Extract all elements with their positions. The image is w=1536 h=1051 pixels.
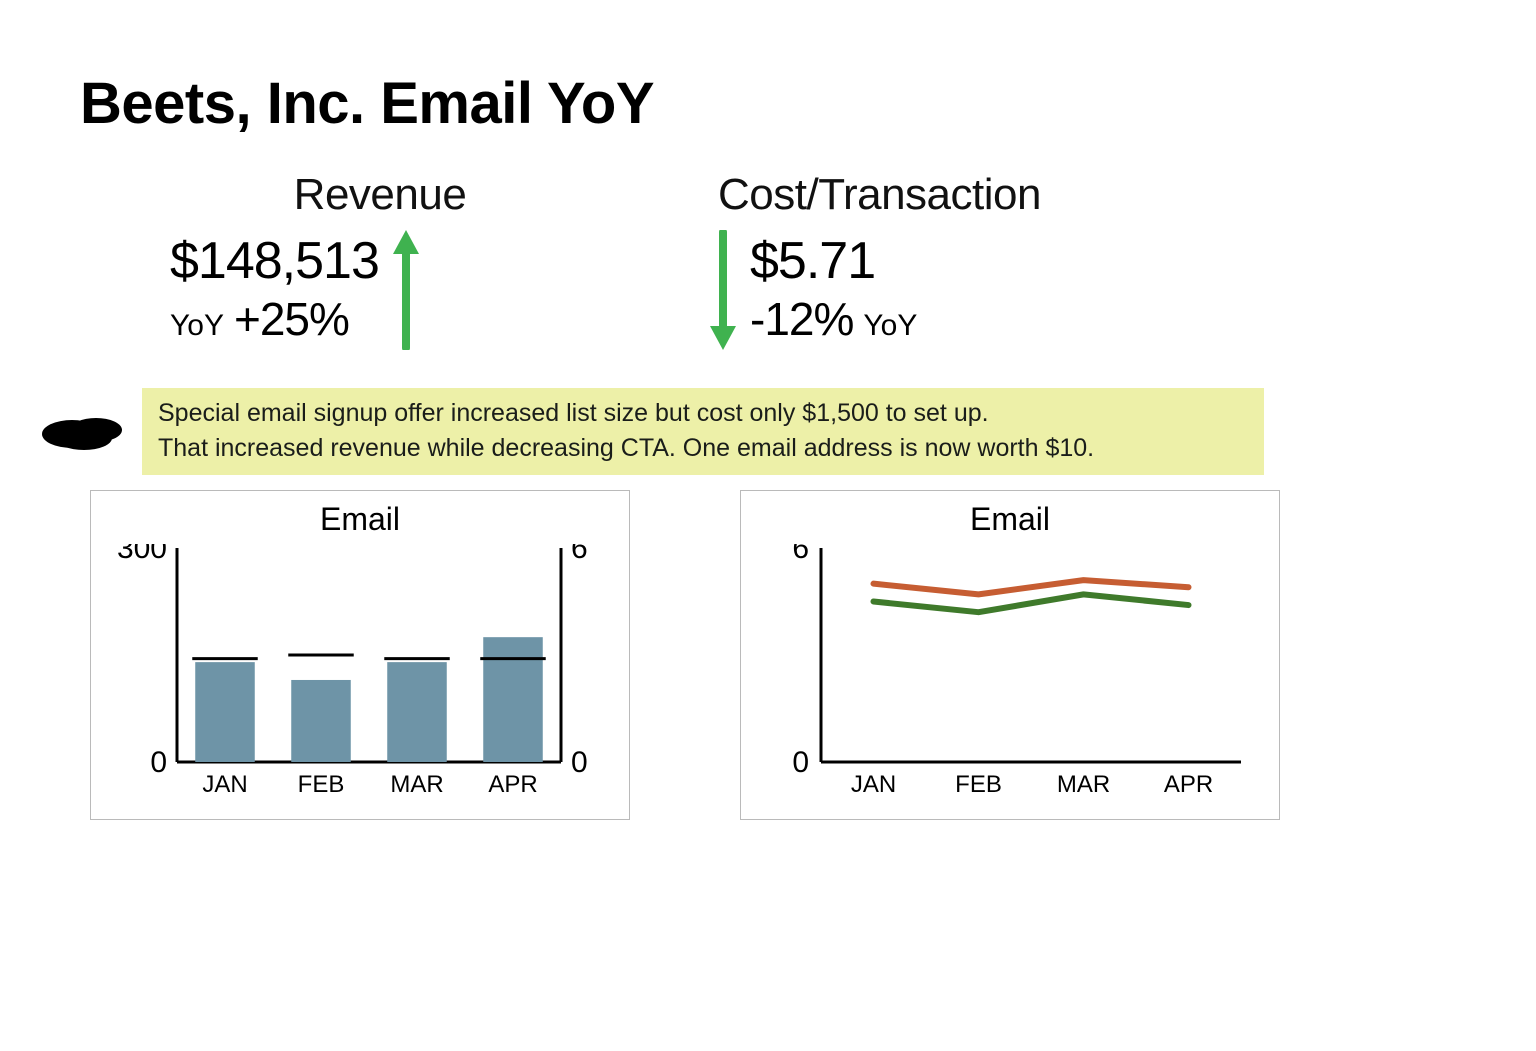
kpi-revenue-delta: +25%: [234, 292, 349, 346]
svg-text:JAN: JAN: [851, 771, 896, 798]
page-title: Beets, Inc. Email YoY: [80, 70, 654, 137]
chart-email-bar-title: Email: [109, 501, 611, 538]
svg-text:FEB: FEB: [955, 771, 1002, 798]
arrow-down-icon: [710, 230, 736, 350]
kpi-cost: Cost/Transaction $5.71 -12% YoY: [710, 170, 1130, 350]
charts-row: Email 0 300 0 6 JAN FEB MAR APR Email 0 6 JAN FEB M…: [90, 490, 1290, 820]
note-row: Special email signup offer increased lis…: [38, 388, 1264, 475]
kpi-revenue-yoy-label: YoY: [170, 309, 224, 343]
svg-text:6: 6: [792, 544, 809, 565]
chart-email-bar: Email 0 300 0 6 JAN FEB MAR APR: [90, 490, 630, 820]
chart-email-line-surface: 0 6 JAN FEB MAR APR: [759, 544, 1261, 804]
svg-text:MAR: MAR: [390, 771, 443, 798]
svg-text:0: 0: [571, 746, 588, 779]
svg-text:0: 0: [792, 746, 809, 779]
svg-text:APR: APR: [1164, 771, 1213, 798]
svg-text:MAR: MAR: [1057, 771, 1110, 798]
svg-text:6: 6: [571, 544, 588, 565]
redaction-mark-icon: [38, 410, 124, 454]
kpi-revenue-value: $148,513: [170, 234, 379, 289]
arrow-up-icon: [393, 230, 419, 350]
kpi-cost-value: $5.71: [750, 234, 917, 289]
chart-email-line-title: Email: [759, 501, 1261, 538]
svg-text:APR: APR: [488, 771, 537, 798]
svg-text:0: 0: [150, 746, 167, 779]
chart-email-bar-surface: 0 300 0 6 JAN FEB MAR APR: [109, 544, 611, 804]
svg-text:300: 300: [117, 544, 167, 565]
note-line-1: Special email signup offer increased lis…: [158, 396, 1248, 431]
kpi-revenue: Revenue $148,513 YoY +25%: [170, 170, 590, 350]
dashboard-slide: Beets, Inc. Email YoY Revenue $148,513 Y…: [0, 0, 1536, 1051]
chart-email-line: Email 0 6 JAN FEB MAR APR: [740, 490, 1280, 820]
kpi-cost-delta: -12%: [750, 292, 853, 346]
kpi-revenue-label: Revenue: [170, 170, 590, 220]
note-line-2: That increased revenue while decreasing …: [158, 431, 1248, 466]
highlight-note: Special email signup offer increased lis…: [142, 388, 1264, 475]
svg-text:JAN: JAN: [202, 771, 247, 798]
kpi-cost-yoy-label: YoY: [863, 309, 917, 343]
svg-text:FEB: FEB: [298, 771, 345, 798]
kpi-row: Revenue $148,513 YoY +25%: [170, 170, 1220, 350]
kpi-cost-label: Cost/Transaction: [718, 170, 1130, 220]
